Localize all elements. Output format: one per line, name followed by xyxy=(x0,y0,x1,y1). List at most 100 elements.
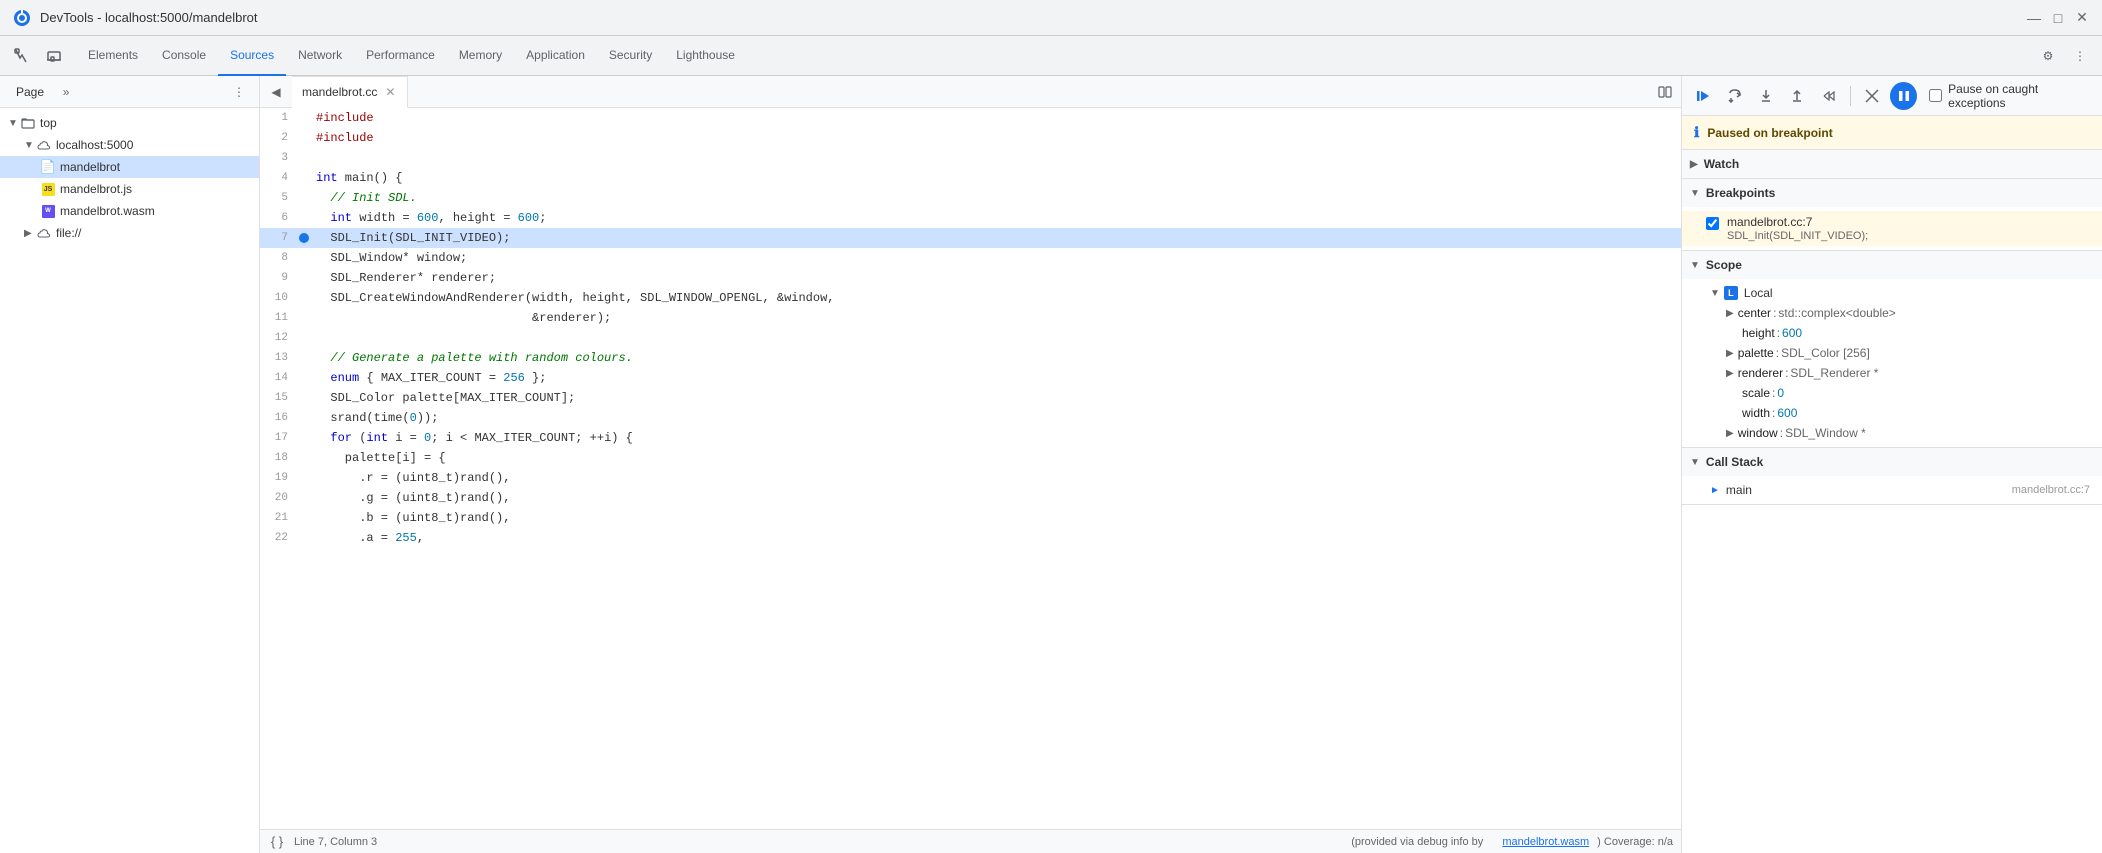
inspect-element-button[interactable] xyxy=(8,42,36,70)
code-line-10[interactable]: 10 SDL_CreateWindowAndRenderer(width, he… xyxy=(260,288,1681,308)
scope-item-palette[interactable]: ▶ palette : SDL_Color [256] xyxy=(1682,343,2102,363)
code-line-9[interactable]: 9 SDL_Renderer* renderer; xyxy=(260,268,1681,288)
line-bp-20[interactable] xyxy=(296,488,312,508)
tree-item-mandelbrot[interactable]: 📄 mandelbrot xyxy=(0,156,259,178)
tab-performance[interactable]: Performance xyxy=(354,36,447,76)
breakpoints-header[interactable]: ▼ Breakpoints xyxy=(1682,179,2102,207)
code-line-3[interactable]: 3 xyxy=(260,148,1681,168)
code-line-1[interactable]: 1#include xyxy=(260,108,1681,128)
code-line-20[interactable]: 20 .g = (uint8_t)rand(), xyxy=(260,488,1681,508)
line-bp-19[interactable] xyxy=(296,468,312,488)
line-bp-17[interactable] xyxy=(296,428,312,448)
line-bp-8[interactable] xyxy=(296,248,312,268)
code-line-6[interactable]: 6 int width = 600, height = 600; xyxy=(260,208,1681,228)
tab-console[interactable]: Console xyxy=(150,36,218,76)
tab-memory[interactable]: Memory xyxy=(447,36,514,76)
code-line-7[interactable]: 7 SDL_Init(SDL_INIT_VIDEO); xyxy=(260,228,1681,248)
line-bp-12[interactable] xyxy=(296,328,312,348)
status-wasm-link[interactable]: mandelbrot.wasm xyxy=(1502,836,1589,848)
tab-security[interactable]: Security xyxy=(597,36,664,76)
tab-network[interactable]: Network xyxy=(286,36,354,76)
line-bp-16[interactable] xyxy=(296,408,312,428)
code-line-14[interactable]: 14 enum { MAX_ITER_COUNT = 256 }; xyxy=(260,368,1681,388)
code-line-19[interactable]: 19 .r = (uint8_t)rand(), xyxy=(260,468,1681,488)
scope-item-center[interactable]: ▶ center : std::complex<double> xyxy=(1682,303,2102,323)
pause-exceptions-checkbox[interactable]: Pause on caught exceptions xyxy=(1929,82,2094,110)
line-bp-9[interactable] xyxy=(296,268,312,288)
line-bp-5[interactable] xyxy=(296,188,312,208)
pause-button[interactable] xyxy=(1890,82,1917,110)
sidebar-more-button[interactable]: » xyxy=(56,82,76,102)
tab-elements[interactable]: Elements xyxy=(76,36,150,76)
line-bp-14[interactable] xyxy=(296,368,312,388)
line-bp-2[interactable] xyxy=(296,128,312,148)
code-line-16[interactable]: 16 srand(time(0)); xyxy=(260,408,1681,428)
editor-tab-close[interactable]: ✕ xyxy=(383,85,397,99)
close-button[interactable]: ✕ xyxy=(2074,10,2090,26)
code-line-11[interactable]: 11 &renderer); xyxy=(260,308,1681,328)
scope-item-window[interactable]: ▶ window : SDL_Window * xyxy=(1682,423,2102,443)
code-line-21[interactable]: 21 .b = (uint8_t)rand(), xyxy=(260,508,1681,528)
code-line-8[interactable]: 8 SDL_Window* window; xyxy=(260,248,1681,268)
tree-item-mandelbrot-wasm[interactable]: W mandelbrot.wasm xyxy=(0,200,259,222)
right-panel-scroll[interactable]: ℹ Paused on breakpoint ▶ Watch ▼ Breakpo… xyxy=(1682,116,2102,853)
line-bp-4[interactable] xyxy=(296,168,312,188)
watch-header[interactable]: ▶ Watch xyxy=(1682,150,2102,178)
minimize-button[interactable]: — xyxy=(2026,10,2042,26)
scope-item-width[interactable]: width : 600 xyxy=(1682,403,2102,423)
format-pretty-button[interactable] xyxy=(1653,80,1677,104)
line-bp-7[interactable] xyxy=(296,228,312,248)
pause-exceptions-input[interactable] xyxy=(1929,89,1942,102)
tab-lighthouse[interactable]: Lighthouse xyxy=(664,36,747,76)
scope-local-header[interactable]: ▼ L Local xyxy=(1682,283,2102,303)
settings-button[interactable]: ⚙ xyxy=(2034,42,2062,70)
page-tab[interactable]: Page xyxy=(8,85,52,99)
maximize-button[interactable]: □ xyxy=(2050,10,2066,26)
device-toolbar-button[interactable] xyxy=(40,42,68,70)
line-bp-10[interactable] xyxy=(296,288,312,308)
tree-item-top[interactable]: ▼ top xyxy=(0,112,259,134)
code-line-18[interactable]: 18 palette[i] = { xyxy=(260,448,1681,468)
line-bp-3[interactable] xyxy=(296,148,312,168)
scope-item-height[interactable]: height : 600 xyxy=(1682,323,2102,343)
code-line-12[interactable]: 12 xyxy=(260,328,1681,348)
code-line-17[interactable]: 17 for (int i = 0; i < MAX_ITER_COUNT; +… xyxy=(260,428,1681,448)
tree-item-file[interactable]: ▶ file:// xyxy=(0,222,259,244)
callstack-item-main[interactable]: ► main mandelbrot.cc:7 xyxy=(1682,480,2102,500)
code-line-13[interactable]: 13 // Generate a palette with random col… xyxy=(260,348,1681,368)
deactivate-breakpoints-button[interactable] xyxy=(1859,82,1886,110)
scope-item-scale[interactable]: scale : 0 xyxy=(1682,383,2102,403)
line-bp-11[interactable] xyxy=(296,308,312,328)
tree-item-mandelbrot-js[interactable]: JS mandelbrot.js xyxy=(0,178,259,200)
step-into-button[interactable] xyxy=(1752,82,1779,110)
editor-nav-back[interactable]: ◀ xyxy=(264,80,288,104)
scope-item-renderer[interactable]: ▶ renderer : SDL_Renderer * xyxy=(1682,363,2102,383)
code-line-5[interactable]: 5 // Init SDL. xyxy=(260,188,1681,208)
code-line-22[interactable]: 22 .a = 255, xyxy=(260,528,1681,548)
tab-application[interactable]: Application xyxy=(514,36,597,76)
line-bp-21[interactable] xyxy=(296,508,312,528)
line-bp-18[interactable] xyxy=(296,448,312,468)
step-button[interactable] xyxy=(1815,82,1842,110)
code-line-2[interactable]: 2#include xyxy=(260,128,1681,148)
sidebar-kebab-button[interactable]: ⋮ xyxy=(227,80,251,104)
breakpoint-checkbox[interactable] xyxy=(1706,217,1719,230)
step-out-button[interactable] xyxy=(1784,82,1811,110)
editor-tab-mandelbrot[interactable]: mandelbrot.cc ✕ xyxy=(292,76,408,108)
tree-item-localhost[interactable]: ▼ localhost:5000 xyxy=(0,134,259,156)
tab-sources[interactable]: Sources xyxy=(218,36,286,76)
line-bp-1[interactable] xyxy=(296,108,312,128)
pretty-print-button[interactable]: { } xyxy=(268,833,286,851)
code-line-15[interactable]: 15 SDL_Color palette[MAX_ITER_COUNT]; xyxy=(260,388,1681,408)
step-over-button[interactable] xyxy=(1721,82,1748,110)
callstack-header[interactable]: ▼ Call Stack xyxy=(1682,448,2102,476)
more-tools-button[interactable]: ⋮ xyxy=(2066,42,2094,70)
line-bp-13[interactable] xyxy=(296,348,312,368)
code-editor[interactable]: 1#include 2#include 3 4int main() {5 // … xyxy=(260,108,1681,829)
breakpoint-item[interactable]: mandelbrot.cc:7 SDL_Init(SDL_INIT_VIDEO)… xyxy=(1682,211,2102,246)
line-bp-6[interactable] xyxy=(296,208,312,228)
code-line-4[interactable]: 4int main() { xyxy=(260,168,1681,188)
resume-button[interactable] xyxy=(1690,82,1717,110)
scope-header[interactable]: ▼ Scope xyxy=(1682,251,2102,279)
line-bp-15[interactable] xyxy=(296,388,312,408)
